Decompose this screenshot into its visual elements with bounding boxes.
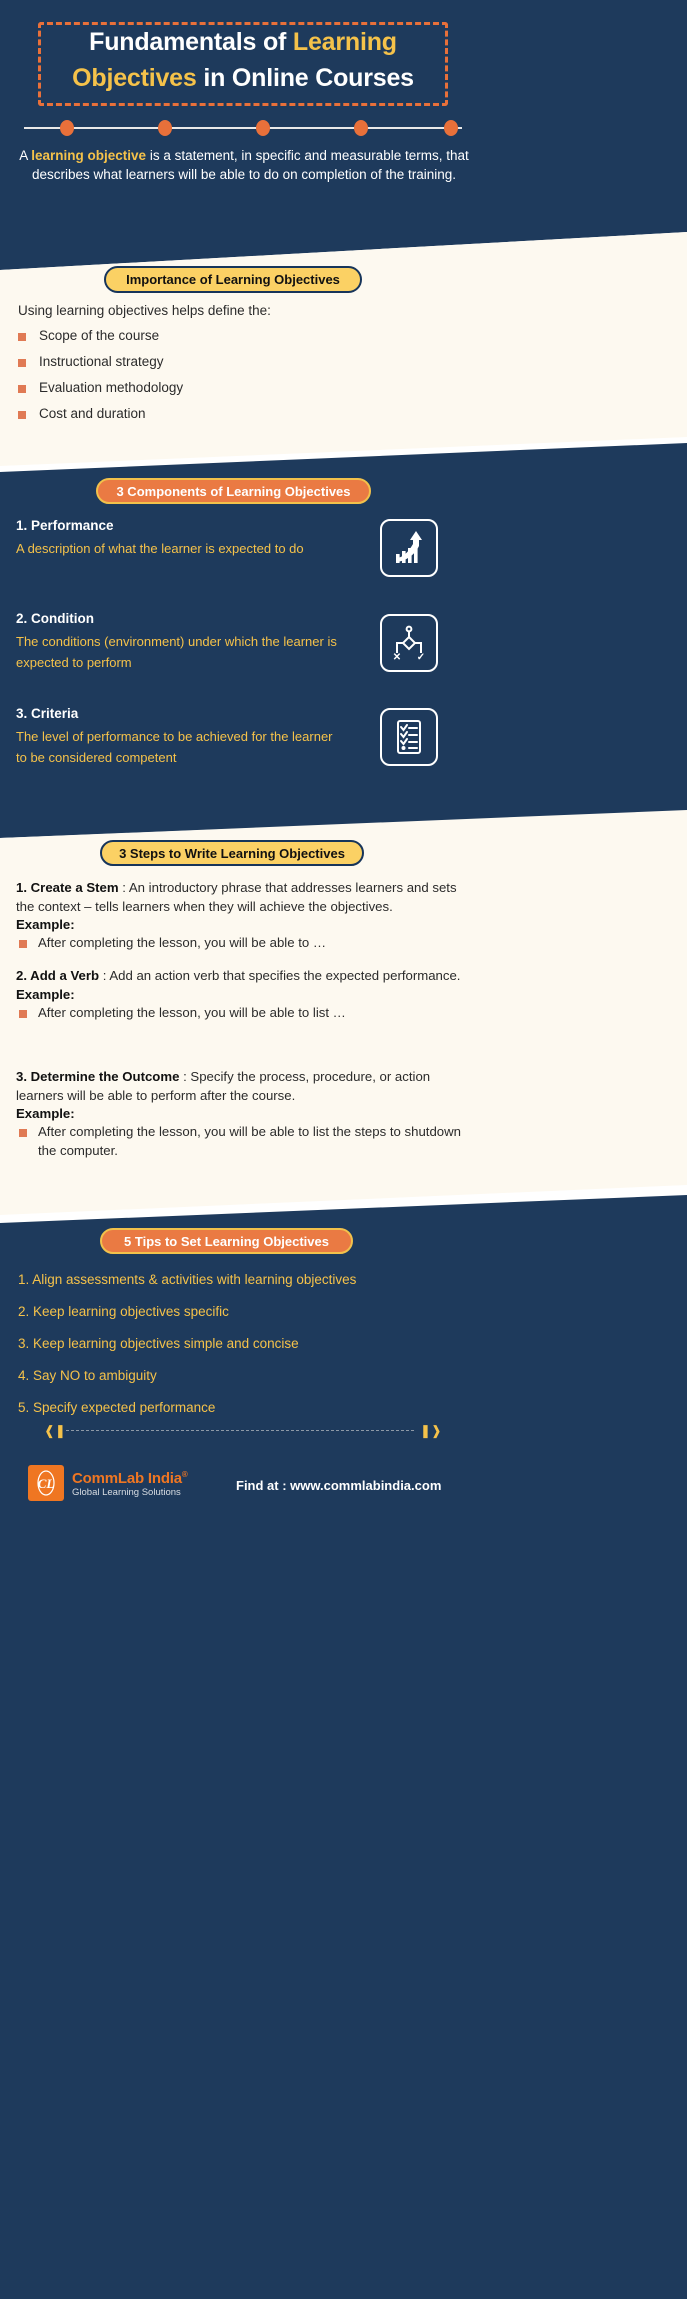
step-name: 1. Create a Stem <box>16 880 119 895</box>
component-item-condition: 2. Condition The conditions (environment… <box>16 611 346 673</box>
section-heading-importance: Importance of Learning Objectives <box>104 266 362 293</box>
component-title: 1. Performance <box>16 518 114 533</box>
step-body: 3. Determine the Outcome : Specify the p… <box>16 1068 464 1105</box>
commlab-logo-mark-icon: CL <box>28 1465 64 1501</box>
svg-text:✓: ✓ <box>417 652 425 663</box>
step-item-create-a-stem: 1. Create a Stem : An introductory phras… <box>16 879 464 953</box>
title-part-plain-1: Fundamentals of <box>89 28 293 56</box>
list-item: Cost and duration <box>14 405 434 423</box>
brand-name: CommLab India® <box>72 1467 188 1487</box>
title-line-1: Fundamentals of Learning <box>38 24 448 60</box>
component-title: 2. Condition <box>16 611 94 626</box>
infographic-page: Fundamentals of Learning Objectives in O… <box>0 0 687 2299</box>
section-heading-tips: 5 Tips to Set Learning Objectives <box>100 1228 353 1254</box>
example-text: After completing the lesson, you will be… <box>16 1004 464 1023</box>
title-part-highlight-1: Learning <box>292 28 397 56</box>
component-item-performance: 1. Performance A description of what the… <box>16 518 346 559</box>
example-label: Example: <box>16 1106 75 1121</box>
brand-tagline: Global Learning Solutions <box>72 1487 181 1498</box>
section-heading-steps: 3 Steps to Write Learning Objectives <box>100 840 364 866</box>
fan-left-icon: ❰❚ <box>44 1423 66 1438</box>
example-text: After completing the lesson, you will be… <box>16 1123 464 1160</box>
step-description: : Add an action verb that specifies the … <box>99 968 461 983</box>
list-item: 4. Say NO to ambiguity <box>18 1368 157 1383</box>
brand-text-block: CommLab India® Global Learning Solutions <box>72 1467 188 1499</box>
find-at-url[interactable]: Find at : www.commlabindia.com <box>236 1478 441 1493</box>
list-item: 1. Align assessments & activities with l… <box>18 1272 357 1287</box>
list-item: Scope of the course <box>14 327 434 345</box>
intro-text-a: A <box>19 148 32 163</box>
list-item: Instructional strategy <box>14 353 434 371</box>
divider-dot-2 <box>158 120 172 136</box>
divider-dot-4 <box>354 120 368 136</box>
intro-text-emphasis: learning objective <box>31 148 147 163</box>
fan-right-icon: ❚❱ <box>420 1423 442 1438</box>
svg-text:✕: ✕ <box>393 652 401 663</box>
brand-name-text: CommLab India <box>72 1470 182 1487</box>
divider-dot-1 <box>60 120 74 136</box>
step-body: 2. Add a Verb : Add an action verb that … <box>16 967 464 986</box>
checklist-icon <box>380 708 438 766</box>
divider-dot-5 <box>444 120 458 136</box>
decision-tree-icon: ✕ ✓ <box>380 614 438 672</box>
dot-divider-line <box>24 127 462 129</box>
list-item: 2. Keep learning objectives specific <box>18 1304 229 1319</box>
page-title: Fundamentals of Learning Objectives in O… <box>38 24 448 96</box>
step-item-add-a-verb: 2. Add a Verb : Add an action verb that … <box>16 967 464 1022</box>
title-part-plain-2: in Online Courses <box>196 64 414 92</box>
step-name: 2. Add a Verb <box>16 968 100 983</box>
footer-divider: ❰❚ ❚❱ <box>44 1423 442 1438</box>
component-description: The conditions (environment) under which… <box>16 634 337 670</box>
brand-logo[interactable]: CL CommLab India® Global Learning Soluti… <box>28 1465 188 1501</box>
example-label: Example: <box>16 986 75 1002</box>
component-description: The level of performance to be achieved … <box>16 729 333 765</box>
example-label: Example: <box>16 917 75 932</box>
footer-divider-line <box>66 1430 414 1431</box>
divider-dot-3 <box>256 120 270 136</box>
list-item: 5. Specify expected performance <box>18 1400 216 1415</box>
growth-chart-icon <box>380 519 438 577</box>
importance-list: Scope of the course Instructional strate… <box>14 327 434 431</box>
svg-text:CL: CL <box>38 1476 55 1491</box>
list-item: 3. Keep learning objectives simple and c… <box>18 1336 299 1351</box>
step-item-determine-the-outcome: 3. Determine the Outcome : Specify the p… <box>16 1068 464 1160</box>
tips-list: 1. Align assessments & activities with l… <box>18 1270 458 1430</box>
component-title: 3. Criteria <box>16 706 79 721</box>
title-part-highlight-2: Objectives <box>72 64 197 92</box>
title-line-2: Objectives in Online Courses <box>38 60 448 96</box>
component-description: A description of what the learner is exp… <box>16 541 304 556</box>
section-heading-components: 3 Components of Learning Objectives <box>96 478 371 504</box>
importance-lead-text: Using learning objectives helps define t… <box>18 303 271 318</box>
dot-divider <box>24 120 462 136</box>
component-item-criteria: 3. Criteria The level of performance to … <box>16 706 346 768</box>
step-body: 1. Create a Stem : An introductory phras… <box>16 879 464 916</box>
registered-mark: ® <box>181 1470 188 1479</box>
intro-paragraph: A learning objective is a statement, in … <box>18 146 470 184</box>
step-name: 3. Determine the Outcome <box>16 1069 180 1084</box>
example-text: After completing the lesson, you will be… <box>16 934 464 953</box>
list-item: Evaluation methodology <box>14 379 434 397</box>
